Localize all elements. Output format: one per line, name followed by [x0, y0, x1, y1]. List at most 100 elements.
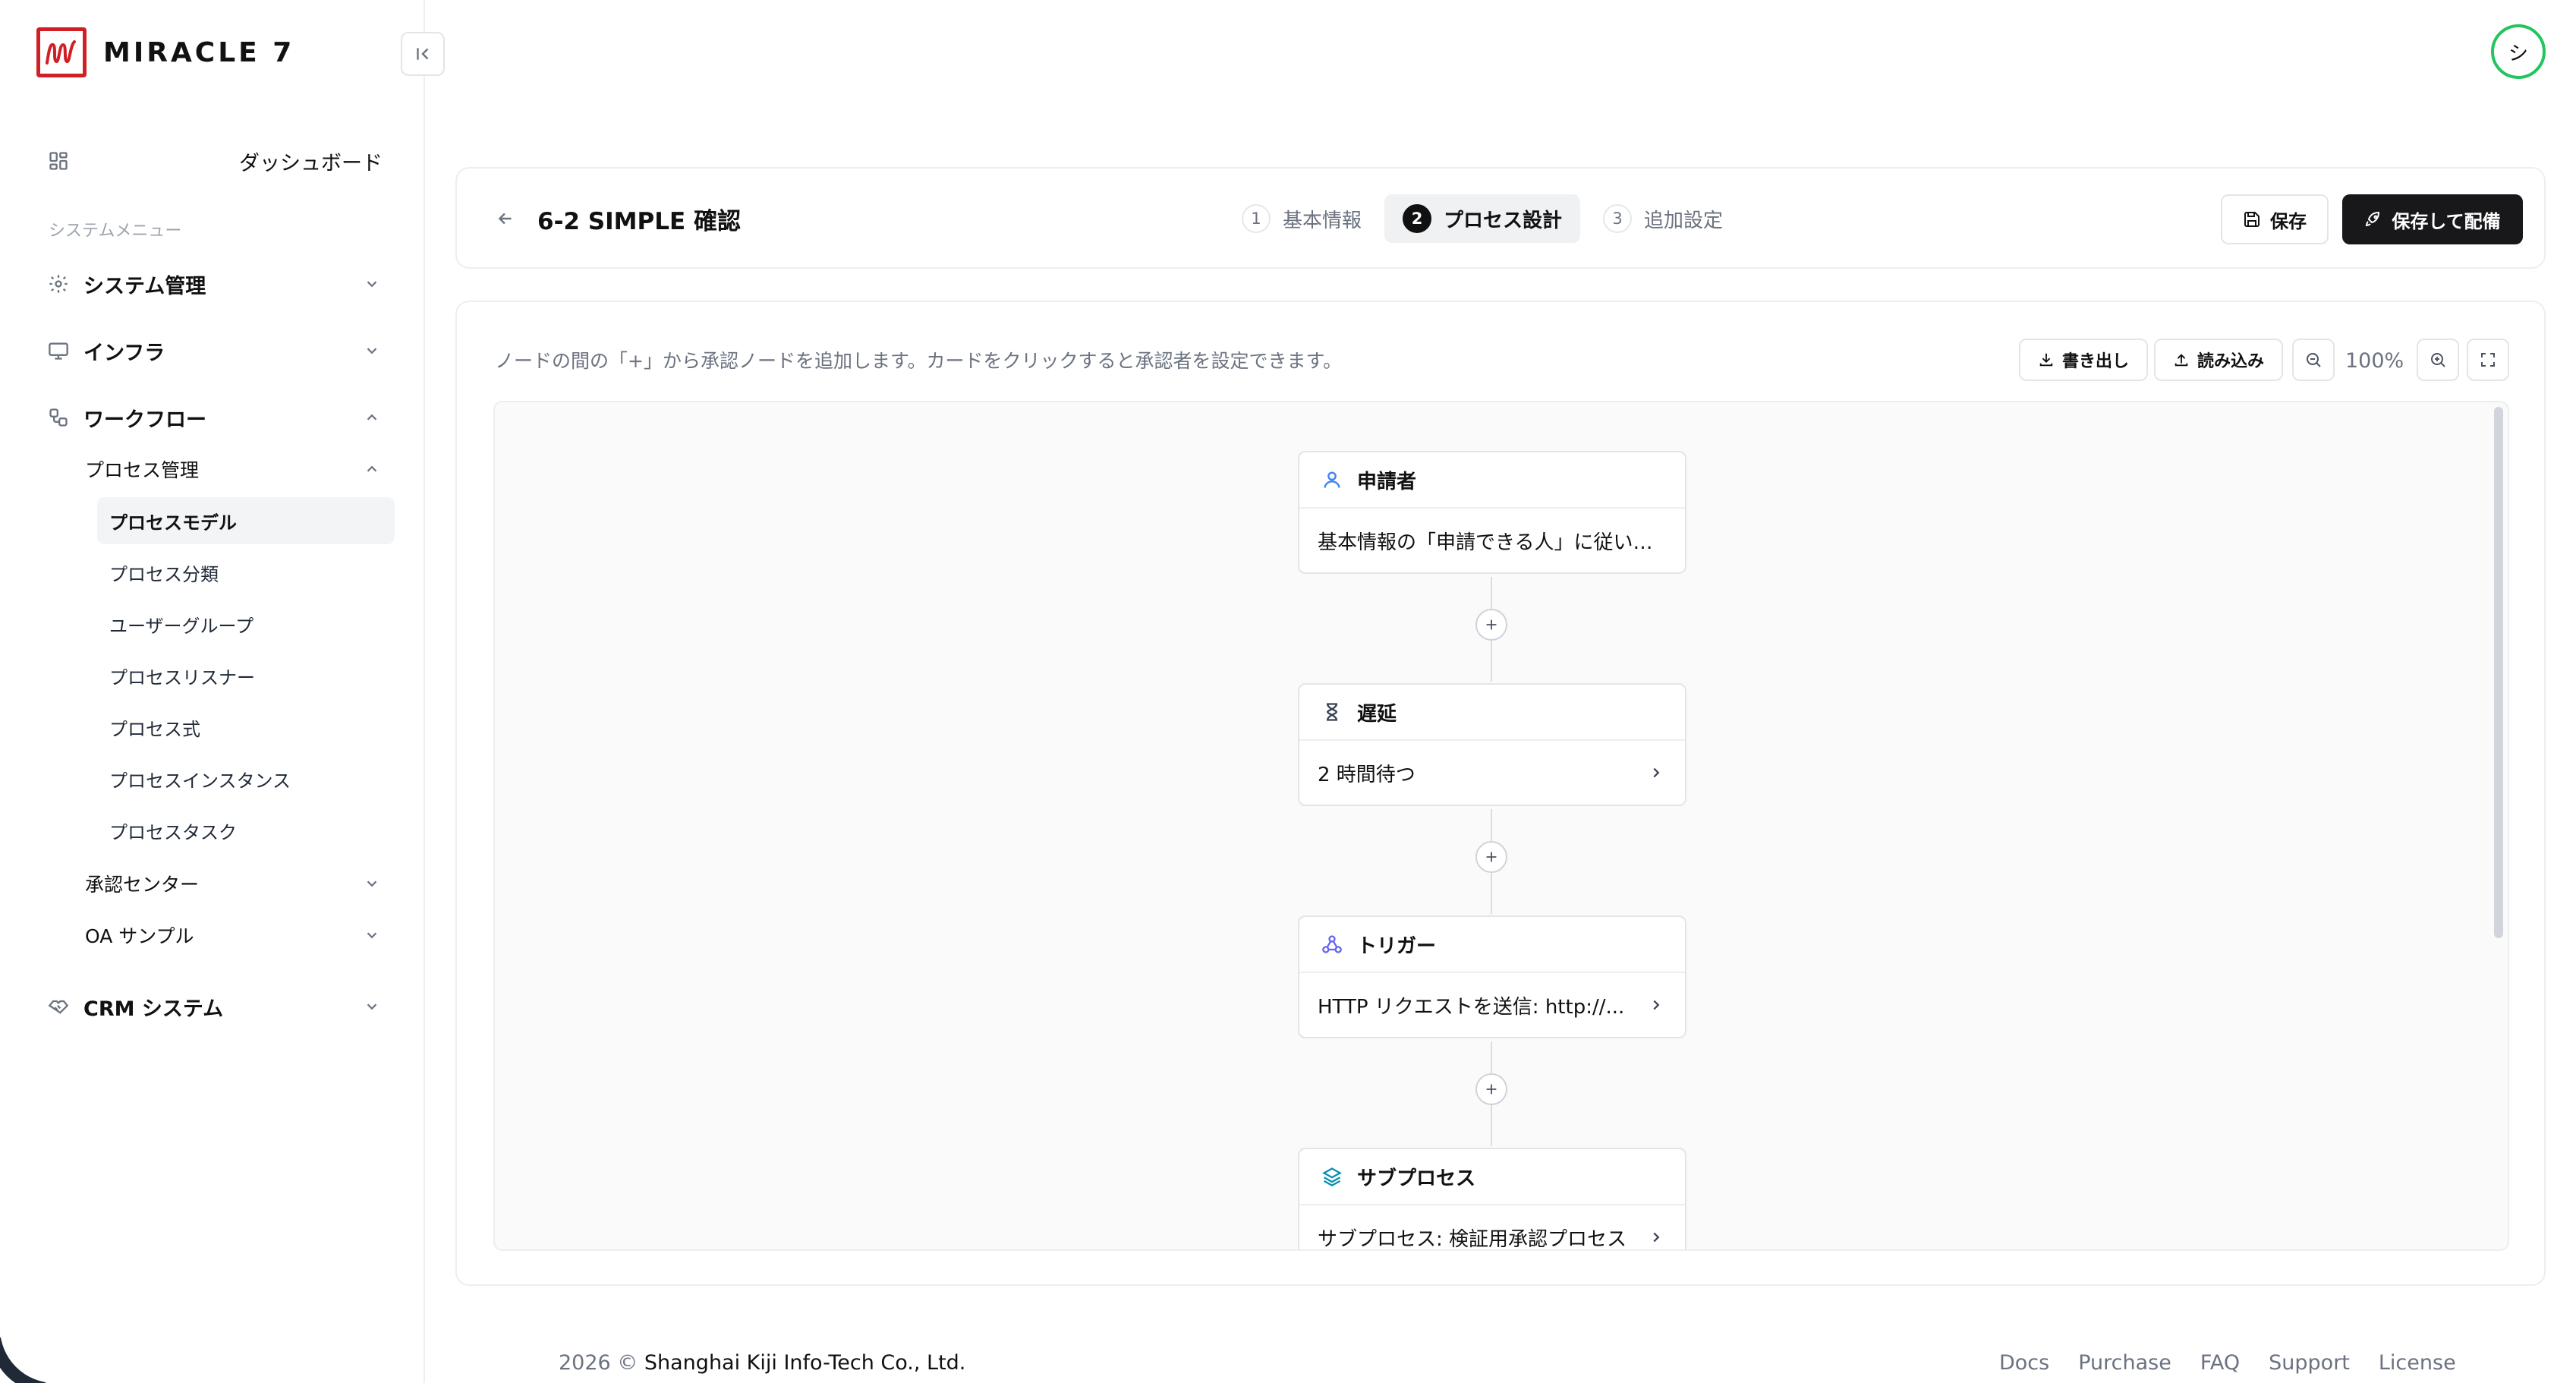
sidebar-item-dashboard[interactable]: ダッシュボード — [46, 140, 392, 182]
node-title: 申請者 — [1357, 470, 1417, 493]
node-description: HTTP リクエストを送信: http://... — [1318, 995, 1625, 1019]
floppy-disk-icon — [2244, 212, 2260, 227]
sidebar-item-label: OA サンプル — [85, 925, 194, 947]
flow-node-subprocess[interactable]: サブプロセス サブプロセス: 検証用承認プロセス — [1298, 1148, 1686, 1251]
arrow-left-icon — [498, 213, 512, 225]
sidebar-leaf-process-instance[interactable]: プロセスインスタンス — [97, 755, 395, 802]
editor-header: 6-2 SIMPLE 確認 1 基本情報 2 プロセス設計 3 追加設定 保存 … — [455, 167, 2546, 269]
step-process-design[interactable]: 2 プロセス設計 — [1384, 194, 1581, 243]
flow-node-delay[interactable]: 遅延 2 時間待つ — [1298, 683, 1686, 806]
node-description: サブプロセス: 検証用承認プロセス — [1318, 1227, 1627, 1251]
upload-icon — [2174, 354, 2188, 367]
handshake-icon — [46, 994, 71, 1019]
node-description: 2 時間待つ — [1318, 763, 1416, 786]
save-button[interactable]: 保存 — [2221, 194, 2329, 244]
footer-link-support[interactable]: Support — [2269, 1351, 2350, 1375]
stepper: 1 基本情報 2 プロセス設計 3 追加設定 — [1223, 194, 1746, 243]
flow-node-applicant[interactable]: 申請者 基本情報の「申請できる人」に従い… — [1298, 451, 1686, 574]
step-label: 追加設定 — [1644, 209, 1724, 232]
flow-canvas[interactable]: 申請者 基本情報の「申請できる人」に従い… 遅延 2 時間待つ トリガー HTT… — [493, 401, 2509, 1251]
sidebar-item-oa-sample[interactable]: OA サンプル — [85, 914, 392, 956]
collapse-icon — [417, 48, 429, 60]
chevron-right-icon — [1645, 1227, 1667, 1248]
add-node-button[interactable] — [1475, 841, 1507, 873]
gear-icon — [46, 271, 71, 297]
sidebar-leaf-process-model[interactable]: プロセスモデル — [97, 497, 395, 544]
save-button-label: 保存 — [2270, 210, 2307, 232]
fullscreen-button[interactable] — [2467, 339, 2509, 381]
layers-icon — [1319, 1164, 1345, 1189]
step-number: 1 — [1242, 204, 1271, 233]
canvas-scrollbar[interactable] — [2494, 407, 2503, 938]
chevron-down-icon — [361, 273, 383, 295]
sidebar-item-label: ダッシュボード — [239, 151, 383, 175]
footer-year: 2026 © — [559, 1351, 638, 1375]
node-title: サブプロセス — [1357, 1167, 1476, 1190]
node-title: 遅延 — [1357, 702, 1397, 726]
chevron-up-icon — [361, 407, 383, 428]
sidebar-section-label: システムメニュー — [49, 222, 182, 241]
sidebar-item-label: CRM システム — [83, 997, 224, 1021]
export-button[interactable]: 書き出し — [2019, 339, 2148, 381]
sidebar-item-infra[interactable]: インフラ — [46, 329, 392, 372]
import-button[interactable]: 読み込み — [2154, 339, 2283, 381]
designer-hint: ノードの間の「+」から承認ノードを追加します。カードをクリックすると承認者を設定… — [495, 350, 1342, 372]
webhook-icon — [1319, 931, 1345, 957]
sidebar-leaf-process-expression[interactable]: プロセス式 — [97, 704, 395, 751]
rocket-icon — [2366, 211, 2380, 227]
sidebar-item-workflow[interactable]: ワークフロー — [46, 396, 392, 439]
footer-link-license[interactable]: License — [2379, 1351, 2456, 1375]
sidebar: MIRACLE 7 ダッシュボード システムメニュー システム管理 インフラ ワ… — [0, 0, 425, 1383]
zoom-in-icon — [2431, 353, 2445, 367]
import-label: 読み込み — [2197, 352, 2264, 371]
sidebar-item-label: インフラ — [83, 341, 165, 365]
footer-link-purchase[interactable]: Purchase — [2078, 1351, 2171, 1375]
save-and-deploy-button[interactable]: 保存して配備 — [2342, 194, 2523, 244]
zoom-out-button[interactable] — [2292, 339, 2335, 381]
flow-node-trigger[interactable]: トリガー HTTP リクエストを送信: http://... — [1298, 915, 1686, 1038]
sidebar-item-approval-center[interactable]: 承認センター — [85, 862, 392, 905]
footer-copyright: 2026 © Shanghai Kiji Info-Tech Co., Ltd. — [559, 1351, 965, 1375]
footer-links: Docs Purchase FAQ Support License — [1999, 1351, 2485, 1375]
step-basic-info[interactable]: 1 基本情報 — [1223, 194, 1380, 243]
footer-link-faq[interactable]: FAQ — [2200, 1351, 2240, 1375]
chevron-up-icon — [361, 458, 383, 480]
sidebar-item-process-mgmt[interactable]: プロセス管理 — [85, 448, 392, 490]
hourglass-icon — [1319, 699, 1345, 725]
brand-logo-icon — [36, 27, 87, 77]
plus-icon — [1486, 852, 1497, 862]
sidebar-item-label: システム管理 — [83, 274, 206, 298]
step-label: プロセス設計 — [1444, 209, 1563, 232]
footer-company: Shanghai Kiji Info-Tech Co., Ltd. — [644, 1351, 966, 1375]
fullscreen-icon — [2481, 353, 2495, 367]
sidebar-item-system-admin[interactable]: システム管理 — [46, 263, 392, 305]
brand[interactable]: MIRACLE 7 — [36, 27, 294, 77]
plus-icon — [1486, 619, 1497, 630]
sidebar-leaf-user-group[interactable]: ユーザーグループ — [97, 600, 395, 647]
sidebar-item-label: ワークフロー — [83, 408, 206, 432]
sidebar-leaf-process-task[interactable]: プロセスタスク — [97, 807, 395, 854]
deploy-button-label: 保存して配備 — [2392, 210, 2501, 232]
user-icon — [1319, 467, 1345, 493]
node-description: 基本情報の「申請できる人」に従い… — [1318, 531, 1653, 554]
step-number: 3 — [1603, 204, 1633, 233]
sidebar-leaf-process-category[interactable]: プロセス分類 — [97, 549, 395, 596]
zoom-in-button[interactable] — [2417, 339, 2459, 381]
sidebar-item-label: プロセス管理 — [85, 459, 200, 481]
collapse-sidebar-button[interactable] — [401, 32, 445, 76]
plus-icon — [1486, 1084, 1497, 1095]
node-title: トリガー — [1357, 934, 1437, 958]
grid-icon — [46, 148, 71, 174]
add-node-button[interactable] — [1475, 609, 1507, 641]
back-button[interactable] — [490, 203, 521, 234]
avatar[interactable]: シ — [2491, 24, 2546, 79]
process-designer: ノードの間の「+」から承認ノードを追加します。カードをクリックすると承認者を設定… — [455, 301, 2546, 1286]
sidebar-leaf-process-listener[interactable]: プロセスリスナー — [97, 652, 395, 699]
sidebar-item-crm[interactable]: CRM システム — [46, 985, 392, 1028]
footer-link-docs[interactable]: Docs — [1999, 1351, 2049, 1375]
zoom-out-icon — [2307, 353, 2321, 367]
chevron-right-icon — [1645, 994, 1667, 1016]
step-additional-settings[interactable]: 3 追加設定 — [1585, 194, 1741, 243]
add-node-button[interactable] — [1475, 1073, 1507, 1105]
sidebar-item-label: 承認センター — [85, 874, 200, 896]
